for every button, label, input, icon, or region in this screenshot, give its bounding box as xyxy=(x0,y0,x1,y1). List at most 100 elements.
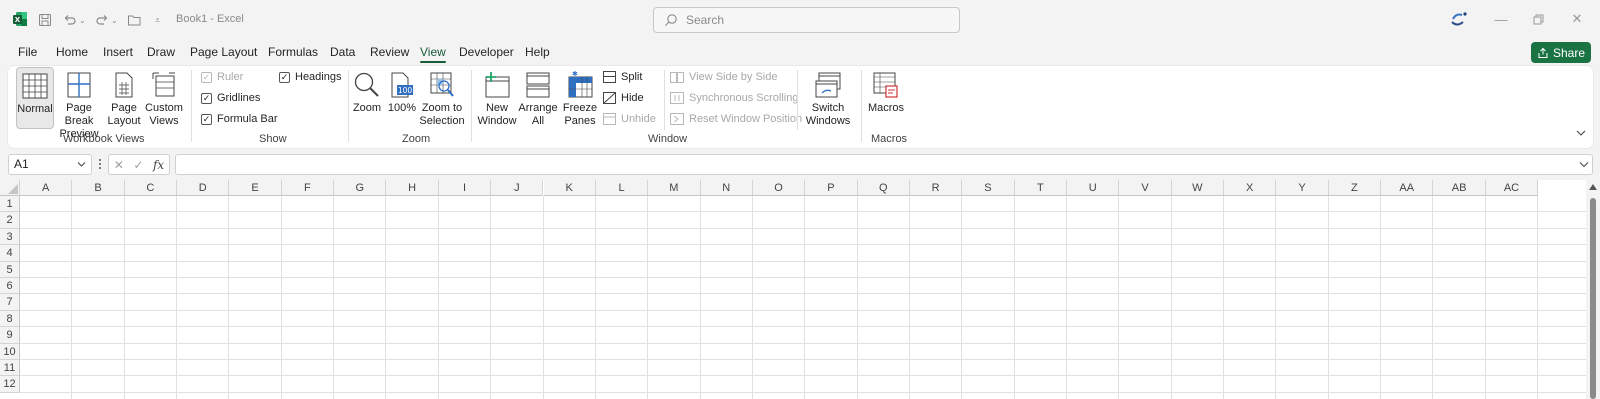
redo-dropdown-icon[interactable]: ⌄ xyxy=(111,11,118,29)
column-header-m[interactable]: M xyxy=(648,180,701,196)
column-header-i[interactable]: I xyxy=(438,180,492,196)
column-header-q[interactable]: Q xyxy=(857,180,910,196)
tab-data[interactable]: Data xyxy=(330,45,355,59)
row-header-6[interactable]: 6 xyxy=(0,278,20,295)
row-header-3[interactable]: 3 xyxy=(0,228,20,246)
tab-review[interactable]: Review xyxy=(370,45,409,59)
new-window-button[interactable]: New Window xyxy=(477,69,517,128)
column-header-h[interactable]: H xyxy=(386,180,439,196)
column-header-ab[interactable]: AB xyxy=(1433,180,1486,196)
restore-icon[interactable] xyxy=(1531,12,1545,26)
undo-dropdown-icon[interactable]: ⌄ xyxy=(79,11,86,29)
column-header-s[interactable]: S xyxy=(962,180,1015,196)
column-header-p[interactable]: P xyxy=(805,180,858,196)
row-header-4[interactable]: 4 xyxy=(0,245,20,262)
save-icon[interactable] xyxy=(38,11,52,29)
headings-checkbox[interactable]: ✓ Headings xyxy=(279,71,341,83)
insert-function-button[interactable]: fx xyxy=(153,158,164,172)
zoom-button[interactable]: Zoom xyxy=(351,69,383,115)
row-header-2[interactable]: 2 xyxy=(0,212,20,229)
page-break-preview-button[interactable]: Page Break Preview xyxy=(56,69,102,141)
hide-button[interactable]: Hide xyxy=(602,91,644,105)
tab-draw[interactable]: Draw xyxy=(147,45,175,59)
column-header-x[interactable]: X xyxy=(1224,180,1277,196)
arrange-all-button[interactable]: Arrange All xyxy=(518,69,558,128)
view-side-by-side-button[interactable]: View Side by Side xyxy=(670,70,777,84)
column-header-y[interactable]: Y xyxy=(1276,180,1329,196)
synchronous-scrolling-button[interactable]: Synchronous Scrolling xyxy=(670,91,798,105)
tab-page-layout[interactable]: Page Layout xyxy=(190,45,257,59)
undo-icon[interactable] xyxy=(63,11,77,29)
column-header-w[interactable]: W xyxy=(1171,180,1225,196)
column-header-t[interactable]: T xyxy=(1014,180,1067,196)
reset-window-position-button[interactable]: Reset Window Position xyxy=(670,112,802,126)
share-button[interactable]: Share xyxy=(1531,42,1591,63)
row-header-12[interactable]: 12 xyxy=(0,376,20,393)
page-layout-button[interactable]: Page Layout xyxy=(107,69,141,128)
column-header-k[interactable]: K xyxy=(543,180,596,196)
row-header-10[interactable]: 10 xyxy=(0,343,20,360)
customize-qat-icon[interactable]: ⩡ xyxy=(155,11,160,29)
column-header-c[interactable]: C xyxy=(124,180,178,196)
tab-home[interactable]: Home xyxy=(56,45,88,59)
scrollbar-thumb[interactable] xyxy=(1590,198,1596,399)
expand-formula-bar-icon[interactable] xyxy=(1579,161,1589,168)
select-all-corner[interactable] xyxy=(0,180,20,196)
enter-icon[interactable]: ✓ xyxy=(133,158,143,172)
row-header-7[interactable]: 7 xyxy=(0,294,20,311)
macros-button[interactable]: Macros xyxy=(866,69,906,115)
open-folder-icon[interactable] xyxy=(127,11,142,29)
column-header-f[interactable]: F xyxy=(281,180,335,196)
zoom-to-selection-button[interactable]: Zoom to Selection xyxy=(419,69,465,128)
vertical-scrollbar[interactable] xyxy=(1586,180,1600,399)
cancel-icon[interactable]: ✕ xyxy=(114,158,124,172)
column-header-aa[interactable]: AA xyxy=(1381,180,1434,196)
column-header-z[interactable]: Z xyxy=(1328,180,1382,196)
name-box[interactable]: A1 xyxy=(8,154,92,175)
search-box[interactable]: Search xyxy=(653,7,960,33)
tab-view[interactable]: View xyxy=(420,45,446,63)
worksheet-grid[interactable]: A B C D E F G H I J K L M N O P Q R S T U V W X Y Z AA AB AC 1 2 3 4 5 6 7 8… xyxy=(0,180,1600,399)
switch-windows-button[interactable]: Switch Windows xyxy=(804,69,852,128)
redo-icon[interactable] xyxy=(95,11,109,29)
custom-views-button[interactable]: Custom Views xyxy=(145,69,183,128)
tab-insert[interactable]: Insert xyxy=(103,45,133,59)
column-header-ac[interactable]: AC xyxy=(1485,180,1539,196)
row-header-11[interactable]: 11 xyxy=(0,360,20,377)
column-header-n[interactable]: N xyxy=(700,180,753,196)
more-options-icon[interactable] xyxy=(98,158,102,170)
column-header-v[interactable]: V xyxy=(1119,180,1172,196)
column-header-u[interactable]: U xyxy=(1067,180,1120,196)
split-button[interactable]: Split xyxy=(602,70,642,84)
column-header-e[interactable]: E xyxy=(229,180,282,196)
row-header-5[interactable]: 5 xyxy=(0,261,20,278)
tab-formulas[interactable]: Formulas xyxy=(268,45,318,59)
row-header-8[interactable]: 8 xyxy=(0,310,20,328)
close-icon[interactable]: ✕ xyxy=(1570,11,1584,26)
freeze-panes-button[interactable]: ✱ Freeze Panes xyxy=(560,69,600,128)
column-header-o[interactable]: O xyxy=(752,180,806,196)
column-header-l[interactable]: L xyxy=(595,180,649,196)
minimize-icon[interactable]: — xyxy=(1494,12,1508,27)
zoom-100-button[interactable]: 100 100% xyxy=(387,69,417,115)
collapse-ribbon-icon[interactable] xyxy=(1575,128,1587,138)
row-header-1[interactable]: 1 xyxy=(0,196,20,213)
column-header-a[interactable]: A xyxy=(20,180,73,196)
column-header-j[interactable]: J xyxy=(491,180,544,196)
column-header-d[interactable]: D xyxy=(177,180,230,196)
ruler-checkbox[interactable]: ✓ Ruler xyxy=(201,71,243,83)
active-cell[interactable] xyxy=(20,196,72,212)
column-header-b[interactable]: B xyxy=(72,180,125,196)
profile-avatar[interactable] xyxy=(1449,11,1469,29)
row-header-9[interactable]: 9 xyxy=(0,327,20,344)
unhide-button[interactable]: Unhide xyxy=(602,112,656,126)
formula-bar-checkbox[interactable]: ✓ Formula Bar xyxy=(201,113,278,125)
formula-input[interactable] xyxy=(175,154,1593,175)
column-header-r[interactable]: R xyxy=(909,180,963,196)
column-header-g[interactable]: G xyxy=(334,180,387,196)
normal-view-button[interactable]: Normal xyxy=(16,67,54,129)
tab-developer[interactable]: Developer xyxy=(459,45,514,59)
gridlines-checkbox[interactable]: ✓ Gridlines xyxy=(201,92,260,104)
tab-file[interactable]: File xyxy=(18,45,37,59)
scroll-up-icon[interactable] xyxy=(1589,184,1597,190)
